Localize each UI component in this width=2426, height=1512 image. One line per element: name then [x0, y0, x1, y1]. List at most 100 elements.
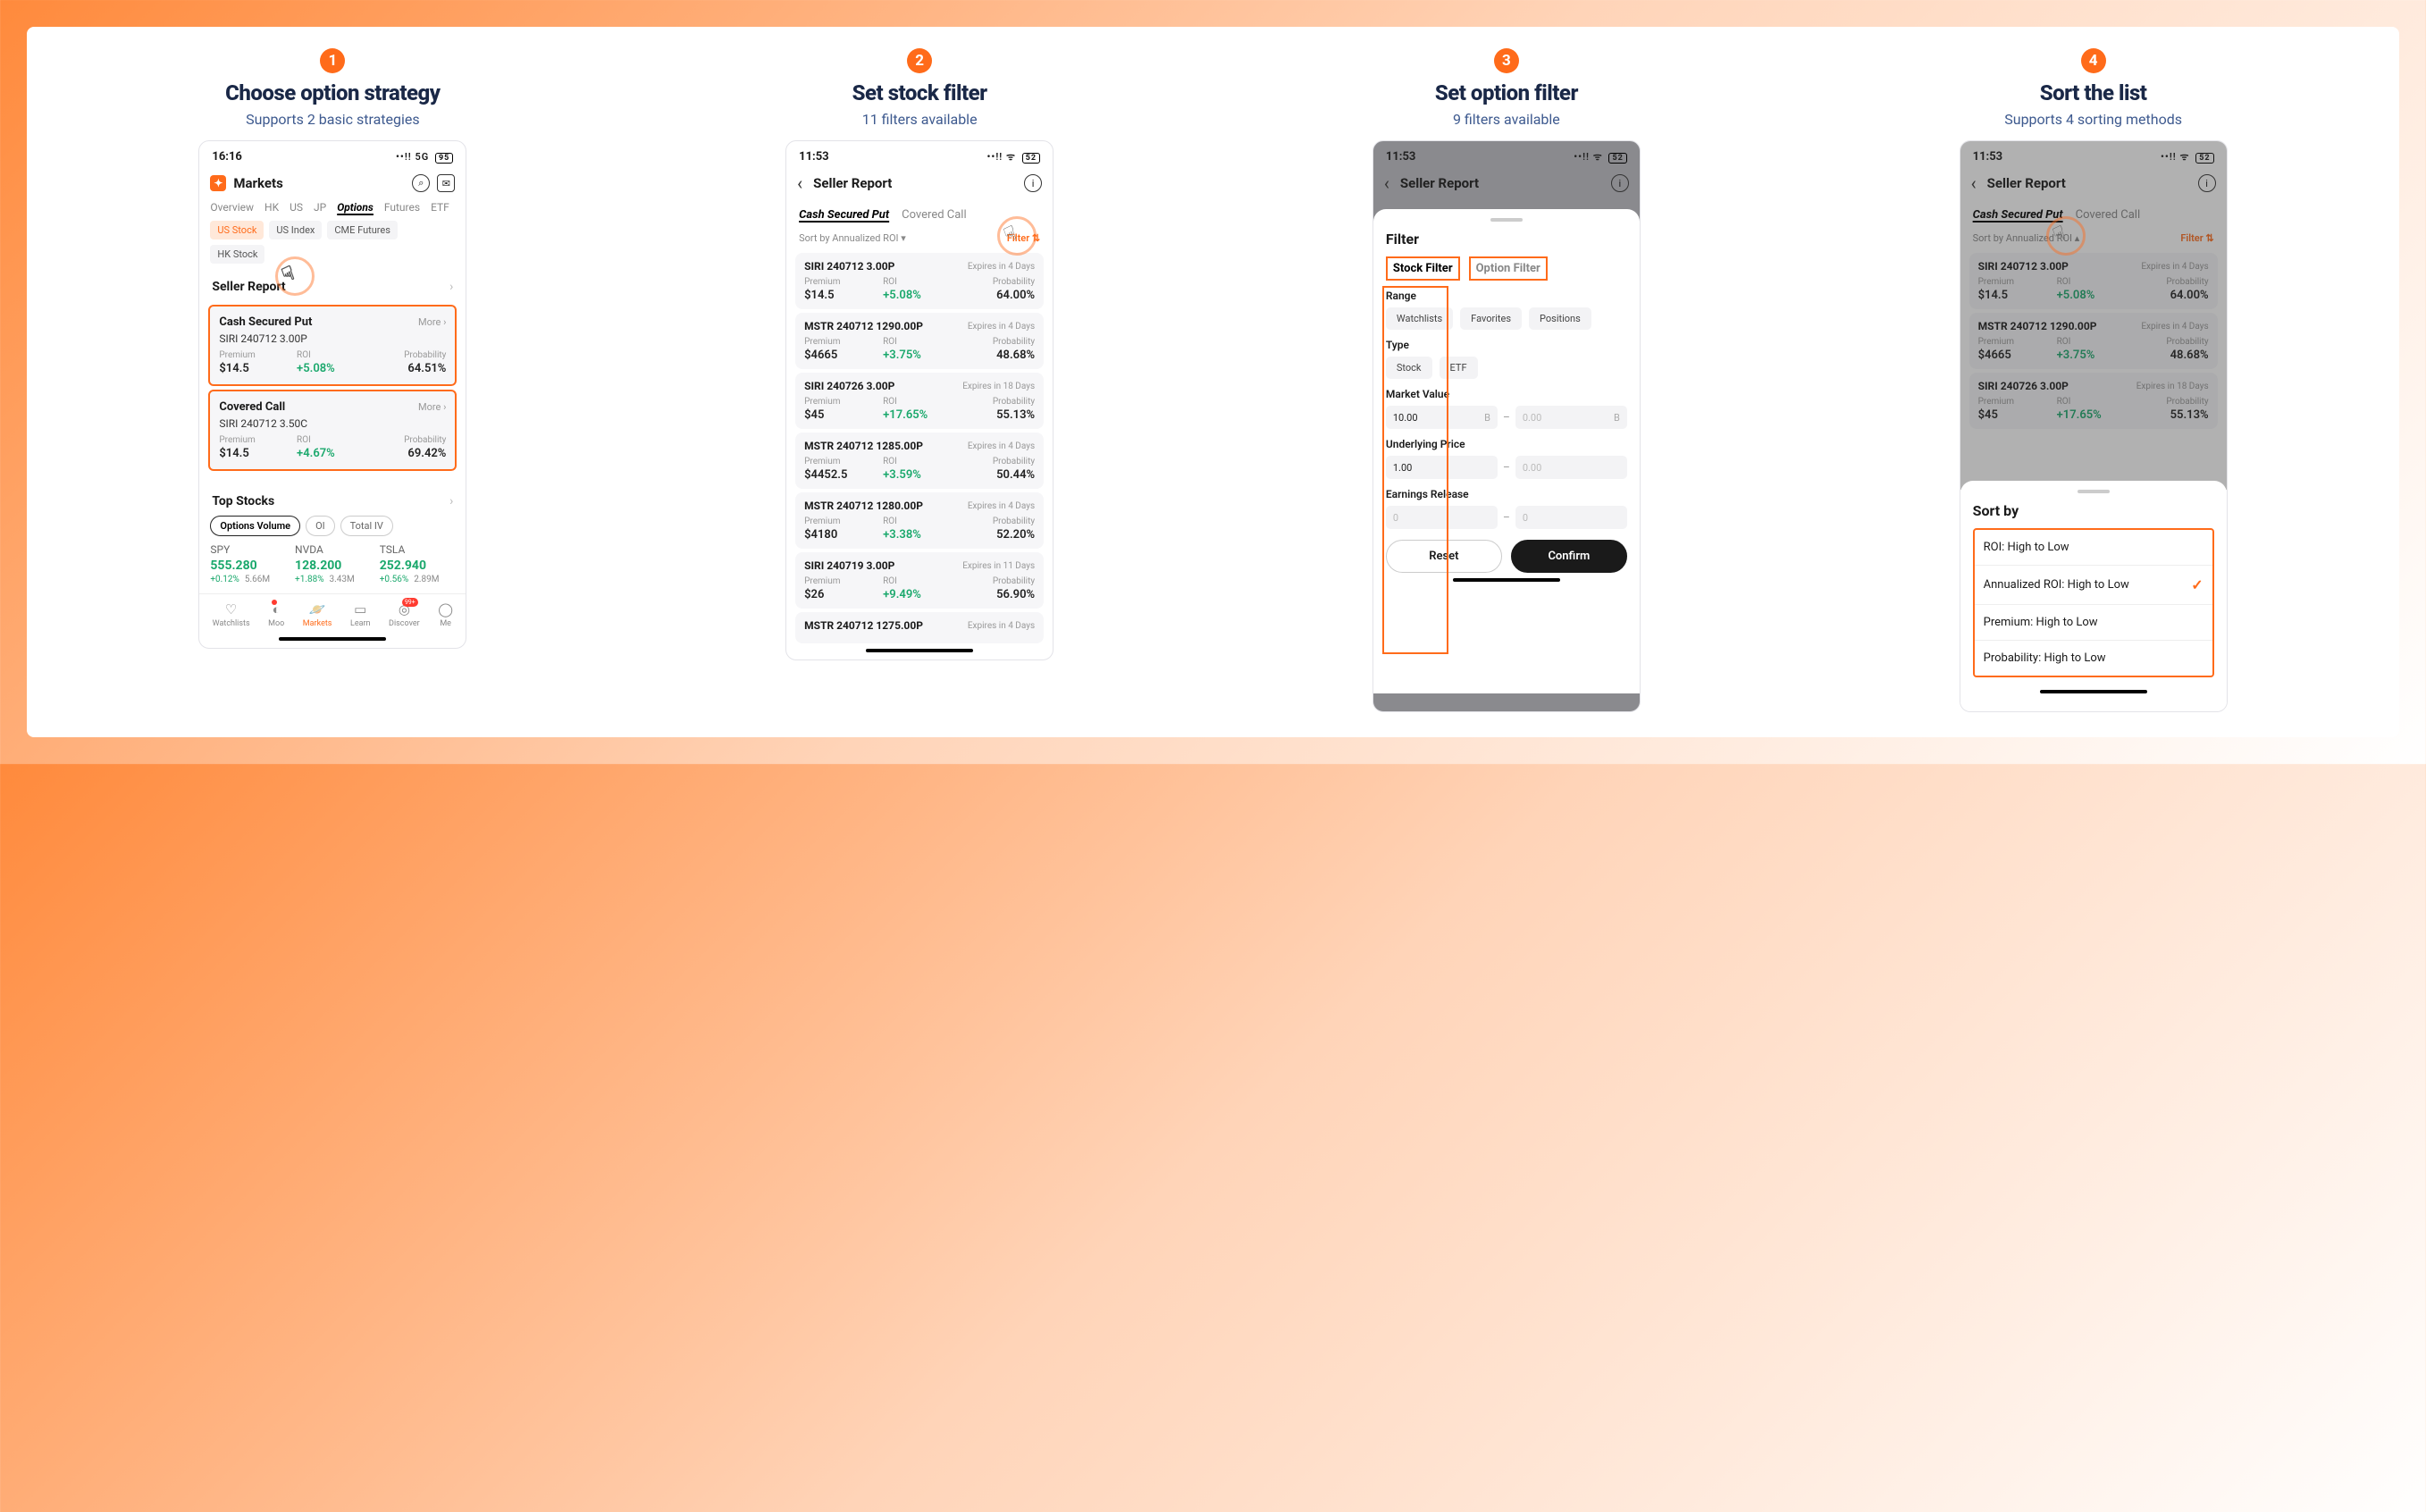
chip-etf[interactable]: ETF	[1440, 357, 1478, 379]
sort-premium[interactable]: Premium: High to Low	[1975, 605, 2212, 641]
sort-button[interactable]: Sort by Annualized ROI ▾	[799, 232, 906, 244]
confirm-button[interactable]: Confirm	[1511, 540, 1627, 573]
pill-oi[interactable]: OI	[306, 516, 335, 536]
home-indicator	[1453, 578, 1560, 582]
step-3-badge: 3	[1494, 48, 1519, 73]
tab-overview[interactable]: Overview	[210, 201, 254, 214]
seller-report-header[interactable]: Seller Report › ☟	[199, 273, 466, 301]
nav-me[interactable]: ◯Me	[438, 601, 453, 628]
premium-value: $4665	[804, 349, 877, 362]
list-item[interactable]: MSTR 240712 1280.00PExpires in 4 DaysPre…	[795, 492, 1044, 549]
sort-annualized-roi[interactable]: Annualized ROI: High to Low✓	[1975, 566, 2212, 605]
nav-discover[interactable]: ◎99+Discover	[389, 601, 420, 628]
premium-label: Premium	[219, 350, 291, 360]
stock-nvda[interactable]: NVDA128.200+1.88%3.43M	[295, 543, 371, 584]
filter-button[interactable]: Filter ⇅	[1007, 232, 1040, 244]
step-3-column: 3 Set option filter 9 filters available …	[1226, 48, 1788, 712]
er-from-input[interactable]: 0	[1386, 506, 1498, 529]
home-indicator	[279, 637, 386, 641]
sort-title: Sort by	[1973, 502, 2214, 519]
filter-tabs: Stock Filter Option Filter	[1386, 256, 1627, 281]
tab-csp[interactable]: Cash Secured Put	[799, 208, 889, 222]
tab-option-filter[interactable]: Option Filter	[1469, 256, 1548, 281]
tab-futures[interactable]: Futures	[384, 201, 420, 214]
stock-spy[interactable]: SPY555.280+0.12%5.66M	[210, 543, 286, 584]
filter-label: Underlying Price	[1386, 438, 1627, 450]
signal-icons: ••!! 5G 95	[396, 151, 453, 164]
tab-cc[interactable]: Covered Call	[902, 208, 966, 222]
chip-positions[interactable]: Positions	[1529, 307, 1591, 330]
prob-value: 52.20%	[961, 528, 1035, 542]
tab-hk[interactable]: HK	[264, 201, 279, 214]
sheet-handle[interactable]	[1490, 218, 1523, 222]
chip-hk-stock[interactable]: HK Stock	[210, 245, 264, 264]
app-logo-icon: ✦	[210, 175, 226, 191]
chip-cme[interactable]: CME Futures	[327, 221, 398, 239]
premium-value: $14.5	[804, 289, 877, 302]
mv-from-input[interactable]: 10.00B	[1386, 406, 1498, 429]
nav-watchlists[interactable]: ♡Watchlists	[213, 601, 250, 628]
top-stocks-list: SPY555.280+0.12%5.66M NVDA128.200+1.88%3…	[199, 543, 466, 593]
sort-roi[interactable]: ROI: High to Low	[1975, 530, 2212, 566]
market-tabs[interactable]: Overview HK US JP Options Futures ETF	[199, 201, 466, 221]
chip-watchlists[interactable]: Watchlists	[1386, 307, 1453, 330]
filter-label: Market Value	[1386, 388, 1627, 400]
tab-options[interactable]: Options	[337, 201, 374, 214]
pill-total-iv[interactable]: Total IV	[340, 516, 393, 536]
planet-icon: 🪐	[309, 601, 326, 617]
item-expiry: Expires in 11 Days	[962, 561, 1035, 571]
search-icon[interactable]: ⌕	[412, 174, 430, 192]
list-item[interactable]: MSTR 240712 1275.00PExpires in 4 Days	[795, 612, 1044, 643]
chip-us-index[interactable]: US Index	[269, 221, 322, 239]
chip-favorites[interactable]: Favorites	[1460, 307, 1522, 330]
list-item[interactable]: MSTR 240712 1285.00PExpires in 4 DaysPre…	[795, 433, 1044, 489]
info-icon[interactable]: i	[1611, 174, 1629, 192]
up-to-input[interactable]: 0.00	[1515, 456, 1627, 479]
item-title: MSTR 240712 1285.00P	[804, 440, 923, 452]
filter-label: Type	[1386, 339, 1627, 351]
list-item[interactable]: SIRI 240726 3.00PExpires in 18 DaysPremi…	[795, 373, 1044, 429]
card-cash-secured-put[interactable]: Cash Secured PutMore › SIRI 240712 3.00P…	[208, 305, 457, 386]
sort-options: ROI: High to Low Annualized ROI: High to…	[1973, 528, 2214, 677]
list-item[interactable]: SIRI 240712 3.00PExpires in 4 DaysPremiu…	[795, 253, 1044, 309]
er-to-input[interactable]: 0	[1515, 506, 1627, 529]
mv-to-input[interactable]: 0.00B	[1515, 406, 1627, 429]
card-symbol: SIRI 240712 3.50C	[219, 417, 446, 430]
tab-stock-filter[interactable]: Stock Filter	[1386, 256, 1460, 281]
item-title: SIRI 240712 3.00P	[804, 260, 894, 273]
sheet-handle[interactable]	[2078, 490, 2110, 493]
up-from-input[interactable]: 1.00	[1386, 456, 1498, 479]
top-stocks-header[interactable]: Top Stocks ›	[199, 487, 466, 516]
pill-options-volume[interactable]: Options Volume	[210, 516, 300, 536]
more-link[interactable]: More ›	[418, 401, 446, 413]
premium-value: $14.5	[219, 447, 291, 460]
nav-moo[interactable]: ◐Moo	[268, 601, 284, 628]
phone-4: 11:53••!! ᯤ 52 ‹ Seller Report i Cash Se…	[1960, 140, 2228, 712]
subfilter-chips: US Stock US Index CME Futures HK Stock	[199, 221, 466, 273]
tab-us[interactable]: US	[290, 201, 303, 214]
info-icon[interactable]: i	[1024, 174, 1042, 192]
person-icon: ◯	[438, 601, 453, 617]
back-icon[interactable]: ‹	[1384, 174, 1389, 192]
list-item[interactable]: MSTR 240712 1290.00PExpires in 4 DaysPre…	[795, 313, 1044, 369]
more-link[interactable]: More ›	[418, 316, 446, 328]
sort-probability[interactable]: Probability: High to Low	[1975, 641, 2212, 676]
tab-etf[interactable]: ETF	[431, 201, 449, 214]
chip-us-stock[interactable]: US Stock	[210, 221, 264, 239]
chevron-right-icon: ›	[449, 494, 453, 508]
stock-tsla[interactable]: TSLA252.940+0.56%2.89M	[380, 543, 456, 584]
badge-99-icon: 99+	[402, 598, 418, 607]
nav-markets[interactable]: 🪐Markets	[303, 601, 332, 628]
card-covered-call[interactable]: Covered CallMore › SIRI 240712 3.50C Pre…	[208, 390, 457, 471]
list-item[interactable]: SIRI 240719 3.00PExpires in 11 DaysPremi…	[795, 552, 1044, 609]
top-stocks-pills: Options Volume OI Total IV	[199, 516, 466, 543]
back-icon[interactable]: ‹	[797, 174, 802, 192]
bottom-nav: ♡Watchlists ◐Moo 🪐Markets ▭Learn ◎99+Dis…	[199, 593, 466, 632]
filter-label: Range	[1386, 290, 1627, 302]
mail-icon[interactable]: ✉	[437, 174, 455, 192]
statusbar: 16:16 ••!! 5G 95	[199, 141, 466, 169]
reset-button[interactable]: Reset	[1386, 540, 1502, 573]
nav-learn[interactable]: ▭Learn	[350, 601, 371, 628]
chip-stock[interactable]: Stock	[1386, 357, 1432, 379]
tab-jp[interactable]: JP	[314, 201, 326, 214]
